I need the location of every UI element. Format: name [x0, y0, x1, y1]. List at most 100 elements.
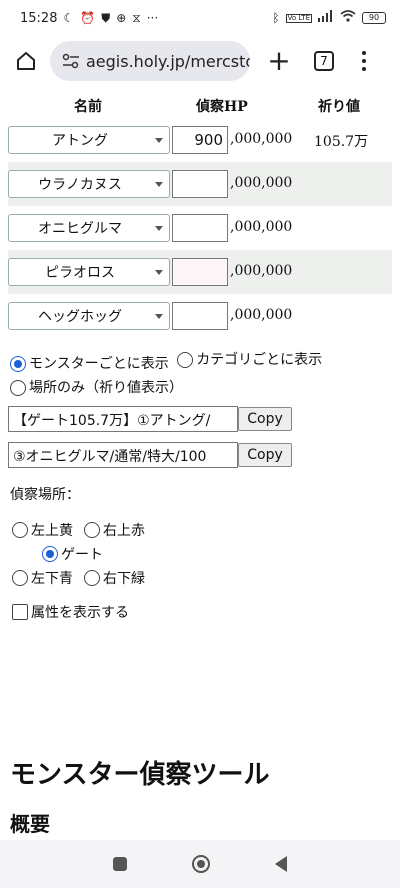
menu-dot-icon: [362, 67, 366, 71]
system-nav-bar: [0, 840, 400, 888]
radio-unchecked-icon: [177, 352, 194, 368]
monster-select[interactable]: ピラオロス: [8, 258, 170, 286]
monster-select-value: ウラノカヌス: [38, 177, 122, 193]
table-row: ピラオロス ,000,000: [8, 250, 392, 294]
app-icon: ⧖: [132, 11, 141, 25]
alarm-icon: ⏰: [80, 11, 96, 25]
copy-button[interactable]: Copy: [238, 407, 292, 431]
chevron-down-icon: [155, 226, 163, 231]
status-right: ᛒ Vo LTE 90: [272, 10, 386, 26]
monster-select[interactable]: アトング: [8, 126, 170, 154]
attribute-checkbox[interactable]: 属性を表示する: [12, 602, 129, 622]
page-title: モンスター偵察ツール: [10, 760, 270, 790]
home-icon: [17, 52, 35, 70]
radio-bottom-right-green[interactable]: 右下緑: [84, 568, 145, 588]
header-name: 名前: [74, 99, 102, 115]
table-header: 名前 偵察HP 祈り値: [8, 96, 392, 118]
menu-dot-icon: [362, 51, 366, 55]
chevron-down-icon: [155, 314, 163, 319]
monster-select-value: アトング: [52, 133, 108, 149]
output-text-field[interactable]: 【ゲート105.7万】①アトング/: [8, 406, 238, 432]
table-row: ヘッグホッグ ,000,000: [8, 294, 392, 338]
radio-checked-icon: [42, 546, 58, 562]
chevron-down-icon: [155, 270, 163, 275]
tab-switcher-button[interactable]: 7: [314, 51, 334, 71]
status-left: 15:28 ☾ ⏰ ⛊ ⊕ ⧖ ···: [20, 11, 158, 26]
bluetooth-icon: ᛒ: [272, 11, 280, 25]
table-row: アトング 900 ,000,000 105.7万: [8, 118, 392, 162]
signal-icon: [318, 10, 334, 26]
pray-value: 105.7万: [314, 134, 369, 150]
hp-input[interactable]: 900: [172, 126, 228, 154]
hp-suffix: ,000,000: [230, 307, 293, 323]
hp-input[interactable]: [172, 302, 228, 330]
hp-suffix: ,000,000: [230, 175, 293, 191]
radio-unchecked-icon: [84, 522, 100, 538]
checkbox-label: 属性を表示する: [31, 605, 129, 621]
site-settings-icon[interactable]: [62, 52, 80, 70]
hp-input[interactable]: [172, 258, 228, 286]
wifi-icon: [340, 10, 356, 26]
chevron-down-icon: [155, 138, 163, 143]
hp-input[interactable]: [172, 214, 228, 242]
status-time: 15:28: [20, 10, 58, 26]
monster-select[interactable]: ウラノカヌス: [8, 170, 170, 198]
new-tab-button[interactable]: +: [264, 46, 294, 76]
radio-label: 場所のみ（祈り値表示）: [29, 380, 183, 396]
monster-select-value: ヘッグホッグ: [38, 309, 122, 325]
moon-icon: ☾: [63, 11, 75, 25]
radio-unchecked-icon: [12, 570, 28, 586]
status-bar: 15:28 ☾ ⏰ ⛊ ⊕ ⧖ ··· ᛒ Vo LTE 90: [0, 0, 400, 36]
battery-icon: 90: [362, 12, 386, 24]
radio-location-only[interactable]: 場所のみ（祈り値表示）: [10, 376, 183, 400]
hp-input[interactable]: [172, 170, 228, 198]
table-row: オニヒグルマ ,000,000: [8, 206, 392, 250]
radio-bottom-left-blue[interactable]: 左下青: [12, 568, 73, 588]
output-text-field[interactable]: ③オニヒグルマ/通常/特大/100: [8, 442, 238, 468]
radio-by-monster[interactable]: モンスターごとに表示: [10, 352, 169, 376]
header-hp: 偵察HP: [196, 99, 248, 115]
radio-top-left-yellow[interactable]: 左上黄: [12, 520, 73, 540]
page-content: 名前 偵察HP 祈り値 アトング 900 ,000,000 105.7万 ウラノ…: [0, 90, 400, 840]
radio-unchecked-icon: [12, 522, 28, 538]
radio-label: 右下緑: [103, 571, 145, 587]
menu-dot-icon: [362, 59, 366, 63]
hp-suffix: ,000,000: [230, 263, 293, 279]
url-text: aegis.holy.jp/mercstor: [86, 51, 250, 71]
monster-select-value: ピラオロス: [45, 265, 115, 281]
browser-toolbar: aegis.holy.jp/mercstor + 7: [0, 36, 400, 86]
radio-label: モンスターごとに表示: [29, 356, 169, 372]
address-bar[interactable]: aegis.holy.jp/mercstor: [50, 41, 250, 81]
hp-suffix: ,000,000: [230, 131, 293, 147]
home-button[interactable]: [8, 43, 44, 79]
header-pray: 祈り値: [318, 99, 360, 115]
back-icon[interactable]: [275, 856, 288, 872]
section-heading-overview: 概要: [10, 812, 50, 836]
radio-checked-icon: [10, 356, 26, 372]
radio-label: 左上黄: [31, 523, 73, 539]
compass-icon: ⊕: [116, 11, 127, 25]
home-nav-icon[interactable]: [191, 855, 210, 873]
monster-select[interactable]: ヘッグホッグ: [8, 302, 170, 330]
radio-label: ゲート: [61, 547, 103, 563]
radio-by-category[interactable]: カテゴリごとに表示: [177, 348, 322, 372]
copy-button[interactable]: Copy: [238, 443, 292, 467]
display-mode-group: モンスターごとに表示 カテゴリごとに表示 場所のみ（祈り値表示）: [10, 348, 392, 404]
volte-icon: Vo LTE: [285, 13, 312, 23]
location-label: 偵察場所：: [10, 487, 80, 503]
radio-gate[interactable]: ゲート: [42, 544, 103, 564]
monster-select-value: オニヒグルマ: [38, 221, 122, 237]
browser-menu-button[interactable]: [356, 46, 372, 76]
hp-suffix: ,000,000: [230, 219, 293, 235]
recents-icon[interactable]: [112, 857, 127, 871]
monster-select[interactable]: オニヒグルマ: [8, 214, 170, 242]
chevron-down-icon: [155, 182, 163, 187]
radio-unchecked-icon: [10, 380, 26, 396]
table-row: ウラノカヌス ,000,000: [8, 162, 392, 206]
radio-top-right-red[interactable]: 右上赤: [84, 520, 145, 540]
radio-label: 右上赤: [103, 523, 145, 539]
shield-icon: ⛊: [101, 11, 111, 25]
radio-label: カテゴリごとに表示: [196, 352, 323, 368]
radio-label: 左下青: [31, 571, 73, 587]
more-icon: ···: [146, 11, 159, 25]
